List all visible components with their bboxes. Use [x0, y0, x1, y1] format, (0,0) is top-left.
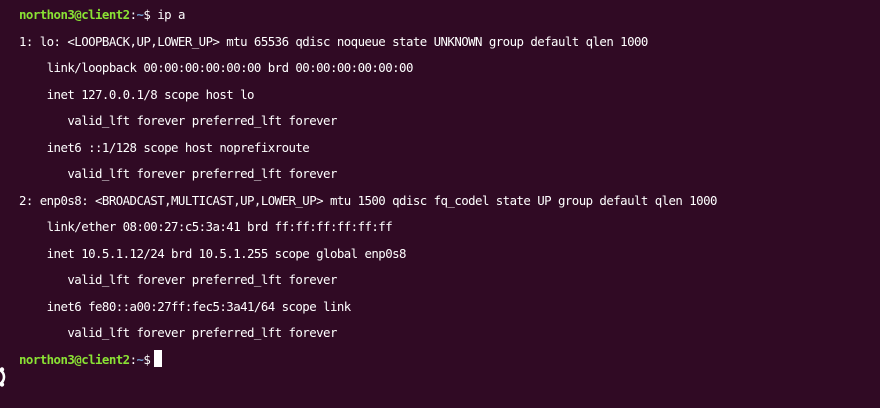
output-line: inet6 ::1/128 scope host noprefixroute: [19, 139, 310, 155]
prompt-symbol: $: [143, 7, 151, 22]
output-line: valid_lft forever preferred_lft forever: [19, 272, 337, 287]
output-line: inet6 fe80::a00:27ff:fec5:3a41/64 scope …: [19, 298, 352, 314]
command-text: ip a: [157, 7, 185, 22]
prompt-user-host: northon3@client2: [19, 7, 130, 22]
output-line: 1: lo: <LOOPBACK,UP,LOWER_UP> mtu 65536 …: [19, 33, 648, 49]
output-line: valid_lft forever preferred_lft forever: [19, 166, 337, 181]
active-prompt-line[interactable]: northon3@client2:~$: [19, 347, 880, 374]
output-line: 2: enp0s8: <BROADCAST,MULTICAST,UP,LOWER…: [19, 192, 717, 208]
terminal-window[interactable]: northon3@client2:~$ ip a 1: lo: <LOOPBAC…: [0, 0, 880, 408]
output-line: valid_lft forever preferred_lft forever: [19, 325, 337, 340]
command-line: northon3@client2:~$ ip a: [19, 2, 880, 29]
output-line: link/loopback 00:00:00:00:00:00 brd 00:0…: [19, 60, 414, 75]
prompt-symbol: $: [143, 351, 151, 367]
output-line: inet 127.0.0.1/8 scope host lo: [19, 86, 255, 102]
output-line: valid_lft forever preferred_lft forever: [19, 113, 337, 128]
ubuntu-logo-icon: [0, 367, 6, 387]
prompt-user-host: northon3@client2: [19, 351, 130, 367]
output-line: link/ether 08:00:27:c5:3a:41 brd ff:ff:f…: [19, 219, 393, 234]
output-line: inet 10.5.1.12/24 brd 10.5.1.255 scope g…: [19, 245, 407, 261]
text-cursor: [154, 349, 163, 367]
